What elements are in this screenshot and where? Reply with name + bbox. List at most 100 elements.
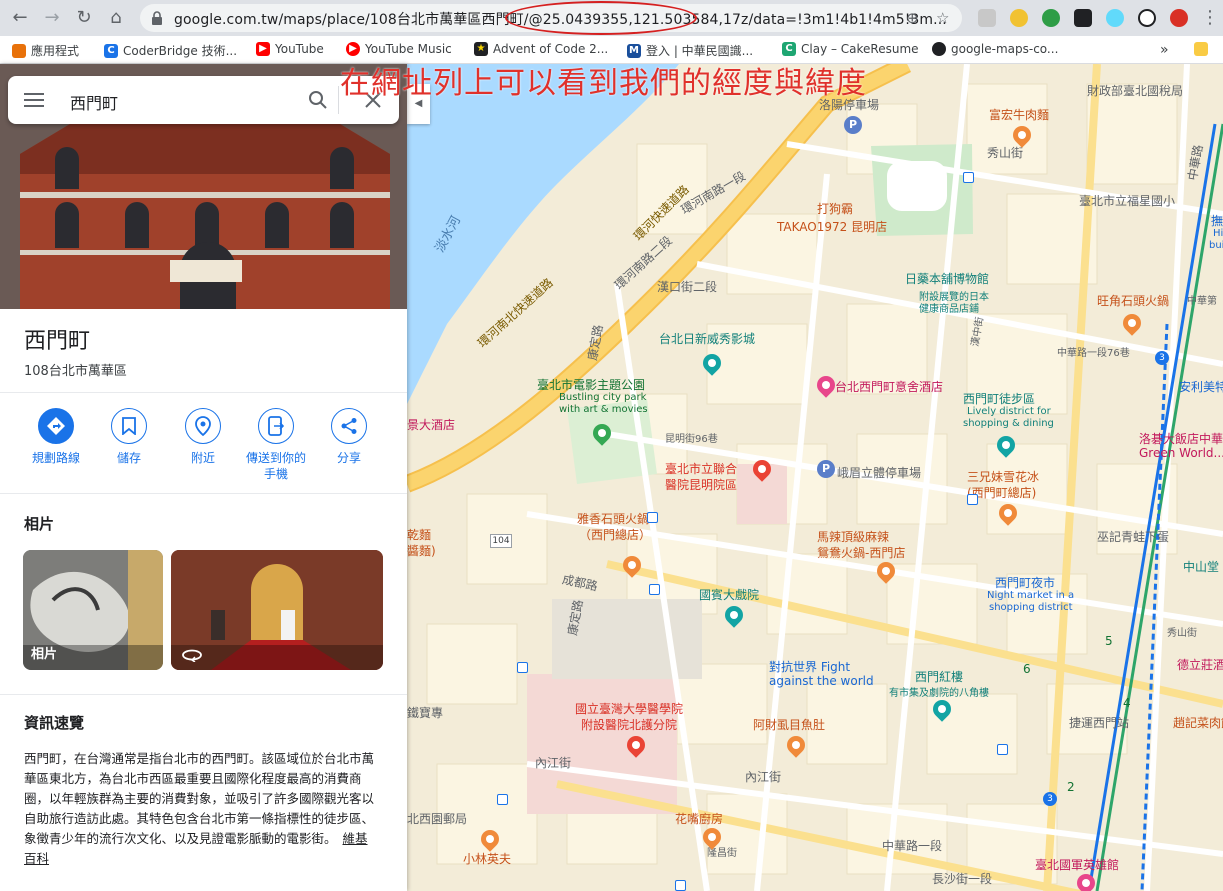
poi-label[interactable]: Night market in a xyxy=(987,590,1074,601)
poi-label[interactable]: 醬麵) xyxy=(407,542,436,559)
poi-label[interactable]: 財政部臺北國稅局 xyxy=(1087,82,1183,99)
bookmark-item[interactable]: M 登入 | 中華民國識... xyxy=(627,42,753,59)
poi-label[interactable]: 阿財虱目魚肚 xyxy=(753,716,825,733)
bus-stop-icon[interactable] xyxy=(675,880,686,891)
bus-stop-icon[interactable] xyxy=(997,744,1008,755)
poi-label[interactable]: 馬辣頂級麻辣 xyxy=(817,528,889,545)
poi-label[interactable]: 洛碁大飯店中華 xyxy=(1139,430,1223,447)
poi-label[interactable]: 巫記青蛙下蛋 xyxy=(1097,528,1169,545)
poi-label[interactable]: 雅香石頭火鍋 xyxy=(577,510,649,527)
poi-label[interactable]: 對抗世界 Fight xyxy=(769,658,850,675)
poi-label[interactable]: 趙記菜肉餛飩 xyxy=(1173,714,1223,731)
share-button[interactable]: 分享 xyxy=(314,408,384,466)
poi-label[interactable]: 乾麵 xyxy=(407,526,431,543)
bus-stop-icon[interactable] xyxy=(649,584,660,595)
poi-label[interactable]: Lively district for xyxy=(967,406,1051,417)
poi-label[interactable]: 中華第 xyxy=(1187,292,1217,307)
poi-label[interactable]: 附設醫院北護分院 xyxy=(581,716,677,733)
home-icon[interactable]: ⌂ xyxy=(104,6,128,30)
bookmark-item[interactable]: C CoderBridge 技術... xyxy=(104,42,237,59)
poi-label[interactable]: with art & movies xyxy=(559,404,648,415)
poi-label[interactable]: 臺北市立福星國小 xyxy=(1079,192,1175,209)
poi-label[interactable]: 德立莊酒店 xyxy=(1177,656,1223,673)
street-view-thumbnail[interactable] xyxy=(171,550,383,670)
bookmark-item[interactable]: google-maps-co... xyxy=(932,42,1058,56)
parking-icon[interactable]: P xyxy=(817,460,835,478)
poi-label[interactable]: shopping & dining xyxy=(963,418,1054,429)
bookmark-folder-item[interactable] xyxy=(1194,42,1208,56)
photo-thumbnail[interactable]: 相片 xyxy=(23,550,163,670)
directions-button[interactable]: 規劃路線 xyxy=(21,408,91,466)
poi-label[interactable]: 鐵寶專 xyxy=(407,704,443,721)
bookmark-item[interactable]: 應用程式 xyxy=(12,42,79,59)
add-icon[interactable]: ⊕ xyxy=(906,9,919,27)
poi-label[interactable]: Hi xyxy=(1213,228,1223,239)
poi-label[interactable]: 中山堂 xyxy=(1183,558,1219,575)
poi-label[interactable]: 西門紅樓 xyxy=(915,668,963,685)
poi-label[interactable]: TAKAO1972 昆明店 xyxy=(777,218,887,235)
poi-label[interactable]: （西門總店） xyxy=(579,526,651,543)
poi-label[interactable]: 台北西門町意舍酒店 xyxy=(835,378,943,395)
search-icon[interactable] xyxy=(308,90,328,110)
poi-label[interactable]: 鴛鴦火鍋-西門店 xyxy=(817,544,905,561)
poi-label[interactable]: Bustling city park xyxy=(559,392,646,403)
bookmark-item[interactable]: ▶ YouTube xyxy=(256,42,324,56)
poi-label[interactable]: 西門町徒步區 xyxy=(963,390,1035,407)
map-canvas[interactable]: 淡水河 環河南北快速道路 環河快速道路 環河南路二段 環河南路一段 漢口街二段 … xyxy=(407,64,1223,891)
poi-label[interactable]: 西門町夜市 xyxy=(995,574,1055,591)
poi-label[interactable]: 花嘴廚房 xyxy=(675,810,723,827)
forward-icon[interactable]: → xyxy=(40,6,64,30)
poi-label[interactable]: 有市集及劇院的八角樓 xyxy=(889,684,989,699)
bus-stop-icon[interactable] xyxy=(963,172,974,183)
poi-label[interactable]: 旺角石頭火鍋 xyxy=(1097,292,1169,309)
extension-icon[interactable] xyxy=(978,9,996,27)
bookmark-item[interactable]: ▶ YouTube Music xyxy=(346,42,452,56)
poi-label[interactable]: 小林英夫 xyxy=(463,850,511,867)
bookmark-item[interactable]: ★ Advent of Code 2... xyxy=(474,42,608,56)
react-extension-icon[interactable] xyxy=(1106,9,1124,27)
hamburger-menu-icon[interactable] xyxy=(24,90,46,110)
menu-dots-icon[interactable]: ⋮ xyxy=(1198,6,1222,30)
poi-label[interactable]: 富宏牛肉麵 xyxy=(989,106,1049,123)
poi-label[interactable]: 捷運西門站 xyxy=(1069,714,1129,731)
poi-label[interactable]: Green World... xyxy=(1139,446,1223,460)
back-icon[interactable]: ← xyxy=(8,6,32,30)
search-input[interactable]: 西門町 xyxy=(70,90,118,114)
more-bookmarks-button[interactable]: » xyxy=(1160,42,1169,58)
profile-avatar[interactable] xyxy=(1170,9,1188,27)
notion-extension-icon[interactable] xyxy=(1074,9,1092,27)
poi-label[interactable]: 日藥本舖博物館 xyxy=(905,270,989,287)
save-button[interactable]: 儲存 xyxy=(94,408,164,466)
poi-label[interactable]: 撫 xyxy=(1211,212,1223,229)
poi-label[interactable]: 打狗霸 xyxy=(817,200,853,217)
bus-stop-icon[interactable] xyxy=(967,494,978,505)
bookmark-item[interactable]: C Clay – CakeResume xyxy=(782,42,919,56)
poi-label[interactable]: 醫院昆明院區 xyxy=(665,476,737,493)
bus-stop-icon[interactable] xyxy=(517,662,528,673)
poi-label[interactable]: 安利美特 xyxy=(1179,378,1223,395)
send-to-phone-button[interactable]: 傳送到你的手機 xyxy=(241,408,311,482)
poi-label[interactable]: 國賓大戲院 xyxy=(699,586,759,603)
reload-icon[interactable]: ↻ xyxy=(72,6,96,30)
poi-label[interactable]: 臺北市立聯合 xyxy=(665,460,737,477)
address-bar[interactable]: google.com.tw/maps/place/108台北市萬華區西門町/@2… xyxy=(140,4,962,32)
poi-label[interactable]: 台北日新威秀影城 xyxy=(659,330,755,347)
poi-label[interactable]: buildi xyxy=(1209,240,1223,251)
poi-label[interactable]: 景大酒店 xyxy=(407,416,455,433)
poi-label[interactable]: 國立臺灣大學醫學院 xyxy=(575,700,683,717)
bookmark-star-icon[interactable]: ☆ xyxy=(936,9,949,27)
nearby-button[interactable]: 附近 xyxy=(168,408,238,466)
poi-label[interactable]: 北西園郵局 xyxy=(407,810,467,827)
block-extension-icon[interactable] xyxy=(1138,9,1156,27)
evernote-extension-icon[interactable] xyxy=(1042,9,1060,27)
bus-stop-icon[interactable] xyxy=(497,794,508,805)
parking-icon[interactable]: P xyxy=(844,116,862,134)
poi-label[interactable]: against the world xyxy=(769,674,874,688)
poi-label[interactable]: 峨眉立體停車場 xyxy=(837,464,921,481)
owl-extension-icon[interactable] xyxy=(1010,9,1028,27)
poi-label[interactable]: 臺北國軍英雄館 xyxy=(1035,856,1119,873)
bus-stop-icon[interactable] xyxy=(647,512,658,523)
poi-label[interactable]: 三兄妹雪花冰 xyxy=(967,468,1039,485)
poi-label[interactable]: shopping district xyxy=(989,602,1073,613)
poi-label[interactable]: 臺北市電影主題公園 xyxy=(537,376,645,393)
